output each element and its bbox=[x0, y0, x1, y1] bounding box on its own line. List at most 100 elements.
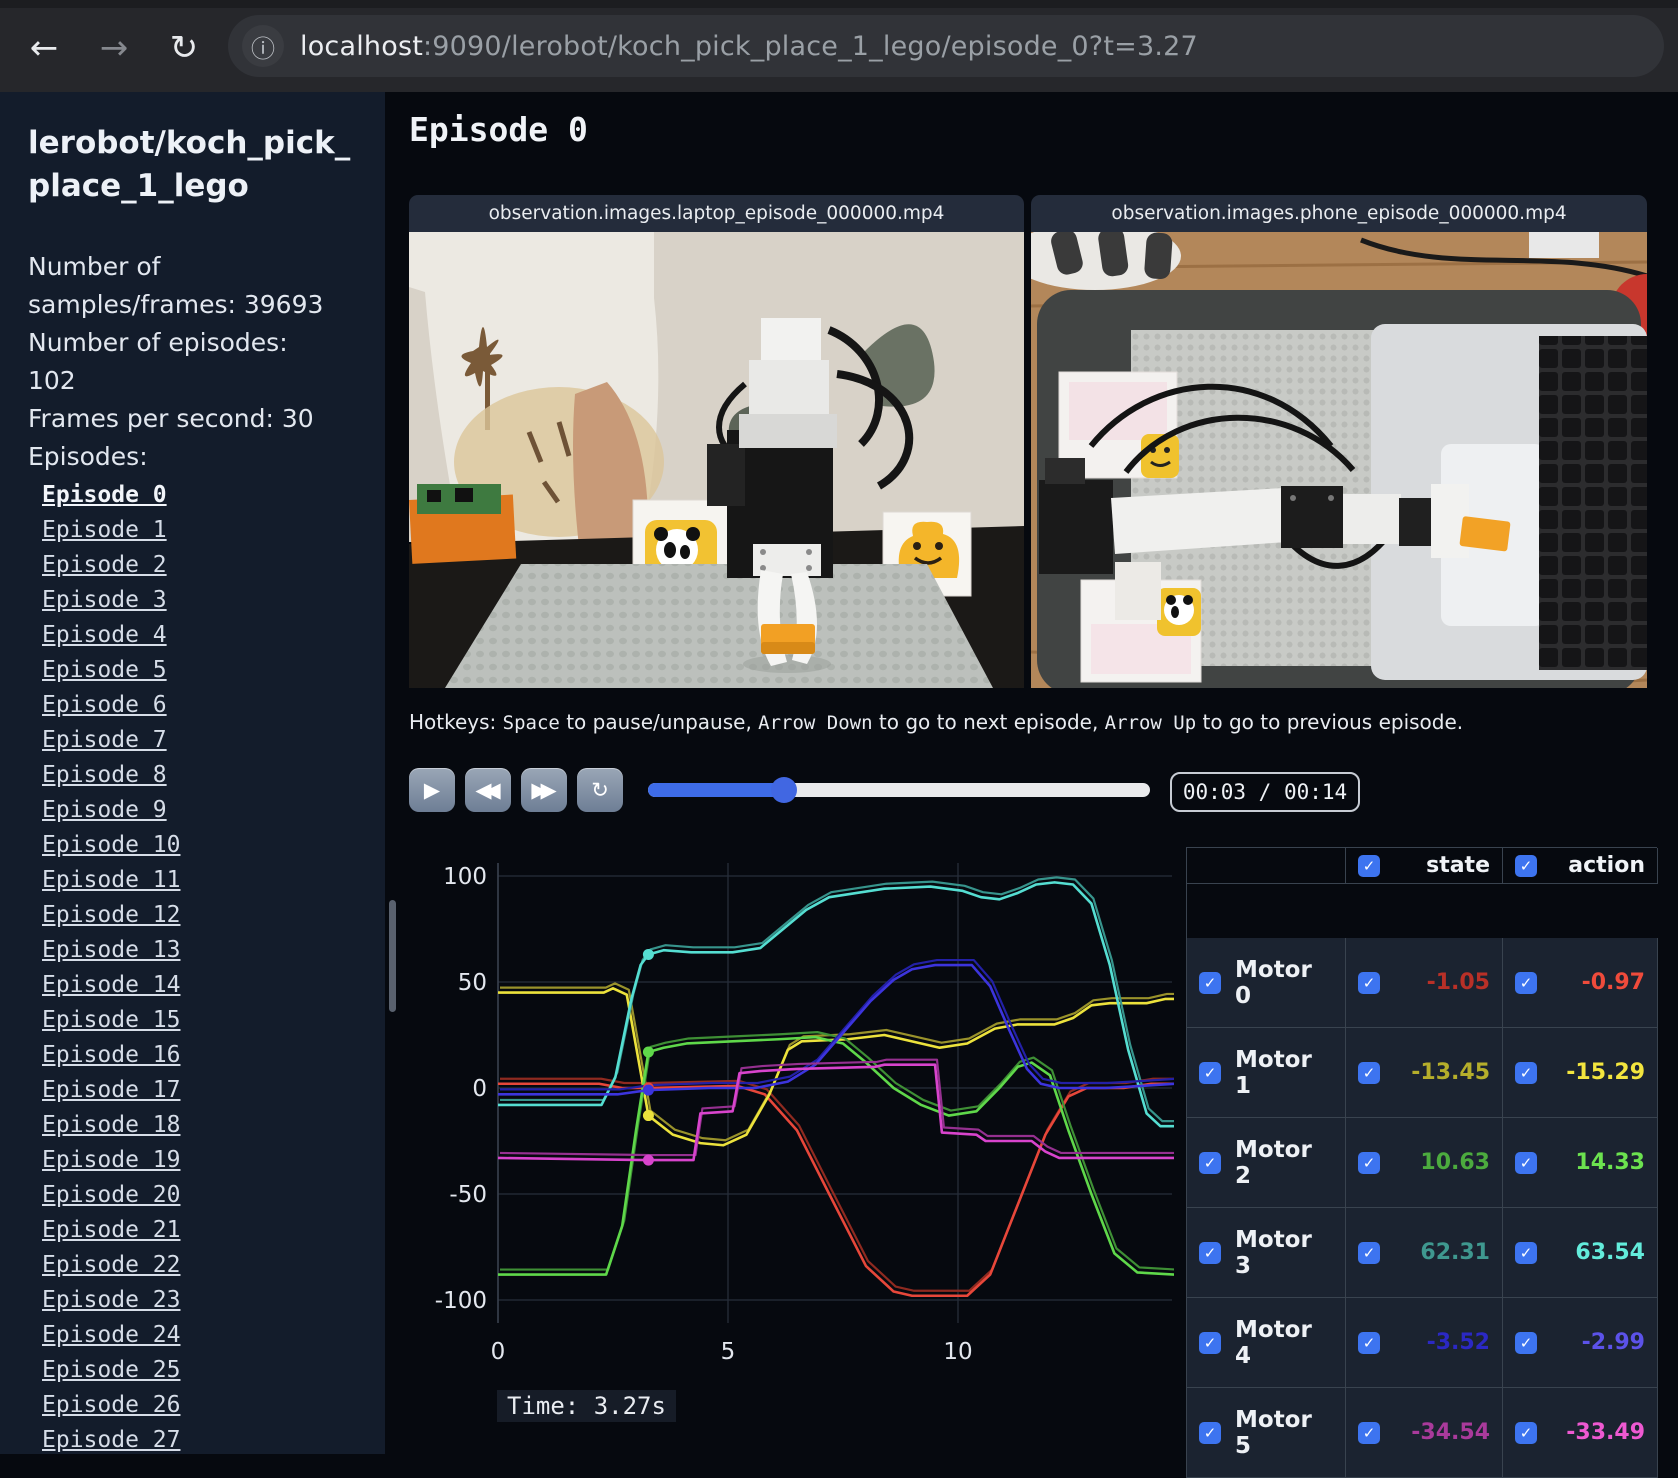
episode-link[interactable]: Episode 22 bbox=[42, 1248, 365, 1283]
checkbox[interactable]: ✓ bbox=[1515, 1241, 1537, 1264]
svg-text:10: 10 bbox=[943, 1339, 972, 1365]
episode-link[interactable]: Episode 13 bbox=[42, 933, 365, 968]
checkbox[interactable]: ✓ bbox=[1199, 1421, 1221, 1444]
action-value-cell: ✓ 14.33 bbox=[1503, 1118, 1658, 1208]
video-frame-laptop bbox=[409, 232, 1024, 688]
motor-name-cell: ✓ Motor 0 bbox=[1187, 938, 1346, 1028]
fast-forward-button[interactable]: ▶▶ bbox=[521, 768, 567, 812]
episode-link[interactable]: Episode 0 bbox=[42, 478, 365, 513]
episode-link[interactable]: Episode 23 bbox=[42, 1283, 365, 1318]
checkbox[interactable]: ✓ bbox=[1358, 971, 1380, 994]
url-host: localhost bbox=[300, 30, 423, 62]
chart-svg: 100500-50-1000 5 10 bbox=[435, 863, 1177, 1365]
svg-text:0: 0 bbox=[491, 1339, 506, 1365]
checkbox[interactable]: ✓ bbox=[1515, 1151, 1537, 1174]
svg-text:-50: -50 bbox=[449, 1182, 487, 1208]
checkbox[interactable]: ✓ bbox=[1515, 854, 1537, 877]
loop-button[interactable]: ↻ bbox=[577, 768, 623, 812]
video-caption-laptop: observation.images.laptop_episode_000000… bbox=[409, 195, 1024, 232]
episode-link[interactable]: Episode 5 bbox=[42, 653, 365, 688]
episode-link[interactable]: Episode 11 bbox=[42, 863, 365, 898]
state-value-cell: ✓ -1.05 bbox=[1346, 938, 1503, 1028]
episode-link[interactable]: Episode 26 bbox=[42, 1388, 365, 1423]
episode-link[interactable]: Episode 17 bbox=[42, 1073, 365, 1108]
motor-name-cell: ✓ Motor 2 bbox=[1187, 1118, 1346, 1208]
checkbox[interactable]: ✓ bbox=[1358, 1061, 1380, 1084]
episode-link[interactable]: Episode 20 bbox=[42, 1178, 365, 1213]
episode-link[interactable]: Episode 7 bbox=[42, 723, 365, 758]
motor-name-cell: ✓ Motor 3 bbox=[1187, 1208, 1346, 1298]
state-value-cell: ✓ 62.31 bbox=[1346, 1208, 1503, 1298]
episode-link[interactable]: Episode 9 bbox=[42, 793, 365, 828]
video-panel-phone: observation.images.phone_episode_000000.… bbox=[1031, 195, 1647, 688]
episodes-label: Episodes: bbox=[28, 441, 148, 471]
page-title: Episode 0 bbox=[409, 110, 588, 149]
forward-icon[interactable]: → bbox=[88, 22, 140, 74]
episode-link[interactable]: Episode 25 bbox=[42, 1353, 365, 1388]
svg-text:50: 50 bbox=[458, 970, 487, 996]
episode-link[interactable]: Episode 27 bbox=[42, 1423, 365, 1454]
episode-link[interactable]: Episode 15 bbox=[42, 1003, 365, 1038]
episode-link[interactable]: Episode 3 bbox=[42, 583, 365, 618]
episode-link[interactable]: Episode 19 bbox=[42, 1143, 365, 1178]
laptop-camera-scene bbox=[409, 232, 1024, 688]
episode-link[interactable]: Episode 21 bbox=[42, 1213, 365, 1248]
seek-slider-fill bbox=[648, 783, 784, 797]
checkbox[interactable]: ✓ bbox=[1515, 971, 1537, 994]
stat-samples: Number of samples/frames: 39693 bbox=[28, 251, 324, 319]
url-path: :9090/lerobot/koch_pick_place_1_lego/epi… bbox=[423, 30, 1198, 62]
episode-link[interactable]: Episode 4 bbox=[42, 618, 365, 653]
episode-link[interactable]: Episode 10 bbox=[42, 828, 365, 863]
stat-episodes: Number of episodes: 102 bbox=[28, 327, 288, 395]
reload-icon[interactable]: ↻ bbox=[158, 22, 210, 74]
checkbox[interactable]: ✓ bbox=[1358, 1151, 1380, 1174]
checkbox[interactable]: ✓ bbox=[1358, 1421, 1380, 1444]
checkbox[interactable]: ✓ bbox=[1199, 1241, 1221, 1264]
episode-link[interactable]: Episode 12 bbox=[42, 898, 365, 933]
episode-link[interactable]: Episode 6 bbox=[42, 688, 365, 723]
checkbox[interactable]: ✓ bbox=[1358, 1331, 1380, 1354]
checkbox[interactable]: ✓ bbox=[1199, 1061, 1221, 1084]
sidebar: lerobot/koch_pick_place_1_lego Number of… bbox=[0, 92, 385, 1454]
episode-link[interactable]: Episode 1 bbox=[42, 513, 365, 548]
state-value-cell: ✓ -13.45 bbox=[1346, 1028, 1503, 1118]
hotkeys-text: to go to previous episode. bbox=[1196, 710, 1464, 734]
episode-link[interactable]: Episode 16 bbox=[42, 1038, 365, 1073]
checkbox[interactable]: ✓ bbox=[1358, 854, 1380, 877]
hotkeys-text: to pause/unpause, bbox=[559, 710, 759, 734]
action-value-cell: ✓ -33.49 bbox=[1503, 1388, 1658, 1478]
hotkeys-text: Hotkeys: bbox=[409, 710, 503, 734]
svg-text:5: 5 bbox=[721, 1339, 736, 1365]
url-text: localhost:9090/lerobot/koch_pick_place_1… bbox=[300, 31, 1198, 62]
episode-link[interactable]: Episode 24 bbox=[42, 1318, 365, 1353]
play-button[interactable]: ▶ bbox=[409, 768, 455, 812]
checkbox[interactable]: ✓ bbox=[1515, 1331, 1537, 1354]
motor-name-cell: ✓ Motor 5 bbox=[1187, 1388, 1346, 1478]
episode-link[interactable]: Episode 2 bbox=[42, 548, 365, 583]
url-bar[interactable]: ⓘ localhost:9090/lerobot/koch_pick_place… bbox=[228, 15, 1664, 77]
video-caption-phone: observation.images.phone_episode_000000.… bbox=[1031, 195, 1647, 232]
episode-link[interactable]: Episode 18 bbox=[42, 1108, 365, 1143]
checkbox[interactable]: ✓ bbox=[1515, 1061, 1537, 1084]
seek-slider-thumb[interactable] bbox=[770, 777, 797, 803]
hotkeys-hint: Hotkeys: Space to pause/unpause, Arrow D… bbox=[409, 710, 1463, 734]
dataset-title: lerobot/koch_pick_place_1_lego bbox=[28, 125, 351, 204]
episode-link[interactable]: Episode 14 bbox=[42, 968, 365, 1003]
video-frame-phone bbox=[1031, 232, 1647, 688]
phone-camera-scene bbox=[1031, 232, 1647, 688]
back-icon[interactable]: ← bbox=[18, 22, 70, 74]
main-scrollbar-thumb[interactable] bbox=[389, 900, 396, 1012]
rewind-icon: ◀◀ bbox=[475, 778, 500, 802]
episode-link[interactable]: Episode 8 bbox=[42, 758, 365, 793]
site-info-icon[interactable]: ⓘ bbox=[242, 25, 284, 67]
seek-slider[interactable] bbox=[648, 777, 1150, 803]
checkbox[interactable]: ✓ bbox=[1515, 1421, 1537, 1444]
rewind-button[interactable]: ◀◀ bbox=[465, 768, 511, 812]
checkbox[interactable]: ✓ bbox=[1199, 971, 1221, 994]
chart-time-label: Time: 3.27s bbox=[497, 1390, 676, 1422]
checkbox[interactable]: ✓ bbox=[1199, 1331, 1221, 1354]
episode-list: Episode 0 Episode 1 Episode 2 Episode 3 Epis… bbox=[42, 478, 365, 1454]
checkbox[interactable]: ✓ bbox=[1358, 1241, 1380, 1264]
checkbox[interactable]: ✓ bbox=[1199, 1151, 1221, 1174]
key-arrow-down: Arrow Down bbox=[758, 712, 873, 734]
